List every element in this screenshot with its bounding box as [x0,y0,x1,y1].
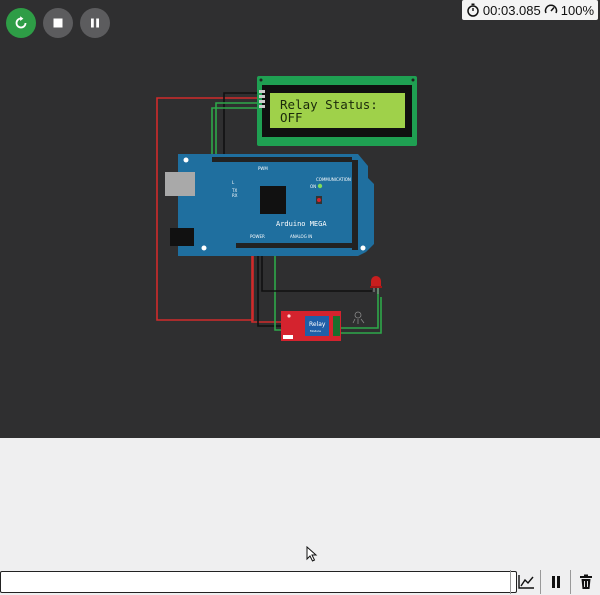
reset-button[interactable] [317,198,321,202]
wire-red-relay-vcc [251,250,283,323]
simulation-status: 00:03.085 100% [461,0,598,20]
elapsed-time: 00:03.085 [482,2,541,18]
pause-icon [91,18,99,28]
power-led [317,183,323,189]
serial-input[interactable] [0,571,517,593]
restart-icon [15,16,27,29]
mouse-cursor-icon [306,546,318,562]
plotter-button[interactable] [510,570,541,594]
serial-monitor-output [0,438,600,570]
stop-icon [53,18,63,28]
usb-port [165,172,195,196]
board-name: Arduino MEGA [276,220,327,228]
wire-green-sda [215,102,262,162]
serial-pause-button[interactable] [540,570,571,594]
header-pins-top [212,157,352,162]
bulb-icon [352,311,365,324]
microcontroller-chip [260,186,286,214]
circuit-diagram: Relay Status: OFF Arduino MEGA PWM COMMU… [156,76,417,341]
rx-label: RX [232,193,238,198]
communication-label: COMMUNICATION [316,177,351,182]
simulation-speed: 100% [560,2,594,18]
lcd-line-2: OFF [280,110,303,125]
relay-label: Relay [309,321,326,328]
power-jack [170,228,194,246]
wire-green-relay-out [341,287,379,329]
simulation-canvas[interactable]: Relay Status: OFF Arduino MEGA PWM COMMU… [0,0,600,438]
lcd-display[interactable]: Relay Status: OFF [257,76,417,146]
arduino-mega-board[interactable]: Arduino MEGA PWM COMMUNICATION POWER ANA… [165,154,374,256]
speedometer-icon [544,4,557,14]
chart-line-icon [518,575,534,589]
wire-green-scl [211,107,262,162]
restart-button[interactable] [6,8,36,38]
stop-button[interactable] [43,8,73,38]
power-label: POWER [250,234,265,239]
relay-sublabel: Module [310,329,321,333]
pause-button[interactable] [80,8,110,38]
trash-icon [580,574,592,589]
analog-label: ANALOG IN [290,234,312,239]
header-pins-right [352,160,358,250]
pause-icon [552,576,560,588]
header-pins-bottom [236,243,352,248]
wire-black-led [261,250,372,292]
clear-output-button[interactable] [570,570,600,594]
relay-module[interactable]: Relay Module [281,311,341,341]
pwm-label: PWM [258,166,268,171]
serial-monitor-bar [0,570,600,595]
on-label: ON [310,184,316,189]
stopwatch-icon [467,3,479,17]
